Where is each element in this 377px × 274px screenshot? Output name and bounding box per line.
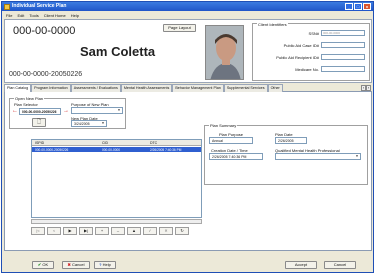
plan-date-field[interactable]: 2/26/2005 xyxy=(275,137,307,144)
chevron-down-icon: ▼ xyxy=(101,121,105,125)
tab-mental-health[interactable]: Mental Health Assessments xyxy=(120,84,173,92)
medicare-label: Medicare No. xyxy=(295,66,319,72)
plan-id: 000-00-0000-20050226 xyxy=(9,71,83,78)
tab-other[interactable]: Other xyxy=(267,84,283,92)
bottom-bar: ✔ OK ✖ Cancel ? Help Accept Cancel xyxy=(2,254,373,272)
column-header-cid[interactable]: CID xyxy=(102,141,108,145)
client-identifiers-legend: Client Identifiers xyxy=(257,22,288,27)
client-photo xyxy=(205,25,244,80)
menu-help[interactable]: Help xyxy=(71,13,79,19)
plan-table[interactable]: ISPID CID DTC 000-00-0000-20050226 000-0… xyxy=(31,139,202,218)
medicare-field[interactable] xyxy=(321,66,365,72)
purpose-dropdown[interactable]: ▼ xyxy=(71,107,123,114)
tab-behavior-management[interactable]: Behavior Management Plan xyxy=(172,84,224,92)
help-button[interactable]: ? Help xyxy=(94,261,116,269)
table-header: ISPID CID DTC xyxy=(32,140,201,146)
open-new-plan-legend: Open New Plan xyxy=(14,96,45,101)
menu-edit[interactable]: Edit xyxy=(17,13,24,19)
maximize-button[interactable]: □ xyxy=(354,3,362,10)
next-record-button[interactable]: ▶ xyxy=(63,227,77,235)
column-header-dtc[interactable]: DTC xyxy=(150,141,157,145)
plan-purpose-field[interactable]: Annual xyxy=(209,137,253,144)
plan-selector-label: Plan Selector xyxy=(14,102,38,107)
client-id: 000-00-0000 xyxy=(13,25,76,37)
ssn-label: SSN# xyxy=(308,30,319,36)
client-identifiers-group: Client Identifiers SSN# 000-00-0000 Publ… xyxy=(252,22,370,81)
public-aid-case-label: Public Aid Case ID# xyxy=(283,42,319,48)
cancel-secondary-button[interactable]: Cancel xyxy=(324,261,356,269)
tab-scroll-right-icon[interactable]: › xyxy=(366,85,371,91)
next-plan-arrow-icon[interactable]: → xyxy=(63,108,69,114)
record-navigator: |< < ▶ ▶| + – ▲ ✓ ✕ ↻ xyxy=(31,227,189,235)
ok-label: OK xyxy=(42,262,49,267)
cell-dtc: 2/26/2005 7:40:36 PM xyxy=(150,148,182,152)
last-record-button[interactable]: ▶| xyxy=(79,227,93,235)
window-title: Individual Service Plan xyxy=(12,3,67,9)
chevron-down-icon: ▼ xyxy=(117,108,121,112)
delete-record-button[interactable]: – xyxy=(111,227,125,235)
help-label: Help xyxy=(102,262,111,267)
open-plan-button[interactable]: 🗋 xyxy=(32,118,46,127)
open-new-plan-group: Open New Plan Plan Selector ← 000-00-000… xyxy=(9,96,126,129)
cell-cid: 000-00-0000 xyxy=(102,148,121,152)
chevron-down-icon: ▼ xyxy=(355,154,359,158)
menu-bar: File Edit Tools Client Home Help xyxy=(2,11,373,18)
table-horizontal-scrollbar[interactable] xyxy=(31,219,202,224)
title-bar: Individual Service Plan _ □ x xyxy=(2,2,373,11)
page-layout-button[interactable]: Page Layout xyxy=(163,24,196,32)
new-plan-date-value: 3/24/2005 xyxy=(74,122,90,126)
client-name: Sam Coletta xyxy=(80,44,156,59)
edit-record-button[interactable]: ▲ xyxy=(127,227,141,235)
insert-record-button[interactable]: + xyxy=(95,227,109,235)
tab-plan-catalog[interactable]: Plan Catalog xyxy=(4,84,32,92)
client-header: 000-00-0000 Sam Coletta 000-00-0000-2005… xyxy=(4,19,372,83)
app-icon xyxy=(4,3,10,10)
post-record-button[interactable]: ✓ xyxy=(143,227,157,235)
question-icon: ? xyxy=(99,262,102,267)
x-icon: ✖ xyxy=(67,262,71,267)
ok-button[interactable]: ✔ OK xyxy=(32,261,54,269)
previous-record-button[interactable]: < xyxy=(47,227,61,235)
plan-selector-field[interactable]: 000-00-0000-20050226 xyxy=(19,108,61,115)
previous-plan-arrow-icon[interactable]: ← xyxy=(12,108,18,114)
tab-supplemental[interactable]: Supplemental Services xyxy=(223,84,268,92)
refresh-button[interactable]: ↻ xyxy=(175,227,189,235)
cell-ispid: 000-00-0000-20050226 xyxy=(35,148,69,152)
tab-assessments[interactable]: Assessments / Evaluations xyxy=(70,84,121,92)
plan-summary-group: Plan Summary Plan Purpose Annual Plan Da… xyxy=(204,123,368,185)
menu-tools[interactable]: Tools xyxy=(29,13,38,19)
menu-client-home[interactable]: Client Home xyxy=(44,13,66,19)
column-header-ispid[interactable]: ISPID xyxy=(35,141,44,145)
public-aid-recipient-label: Public Aid Recipient ID# xyxy=(276,54,319,60)
accept-button[interactable]: Accept xyxy=(285,261,317,269)
checkmark-icon: ✔ xyxy=(37,262,42,267)
cancel-button[interactable]: ✖ Cancel xyxy=(62,261,90,269)
creation-date-field: 2/26/2005 7:40:36 PM xyxy=(209,153,263,160)
minimize-button[interactable]: _ xyxy=(345,3,353,10)
public-aid-case-field[interactable] xyxy=(321,42,365,48)
qmhp-dropdown[interactable]: ▼ xyxy=(275,153,361,160)
document-icon: 🗋 xyxy=(36,119,42,125)
tab-program-information[interactable]: Program Information xyxy=(31,84,71,92)
tab-strip: Plan Catalog Program Information Assessm… xyxy=(4,84,372,92)
close-button[interactable]: x xyxy=(363,3,371,10)
plan-summary-legend: Plan Summary xyxy=(209,123,238,128)
cancel-record-button[interactable]: ✕ xyxy=(159,227,173,235)
public-aid-recipient-field[interactable] xyxy=(321,54,365,60)
table-row[interactable]: 000-00-0000-20050226 000-00-0000 2/26/20… xyxy=(32,147,201,152)
tab-scroll: ‹ › xyxy=(361,85,371,91)
menu-file[interactable]: File xyxy=(6,13,12,19)
new-plan-date-field[interactable]: 3/24/2005 ▼ xyxy=(71,120,107,127)
window: Individual Service Plan _ □ x File Edit … xyxy=(1,1,374,273)
ssn-field[interactable]: 000-00-0000 xyxy=(321,30,365,36)
first-record-button[interactable]: |< xyxy=(31,227,45,235)
cancel-label: Cancel xyxy=(72,262,85,267)
plan-catalog-panel: Open New Plan Plan Selector ← 000-00-000… xyxy=(4,92,372,251)
